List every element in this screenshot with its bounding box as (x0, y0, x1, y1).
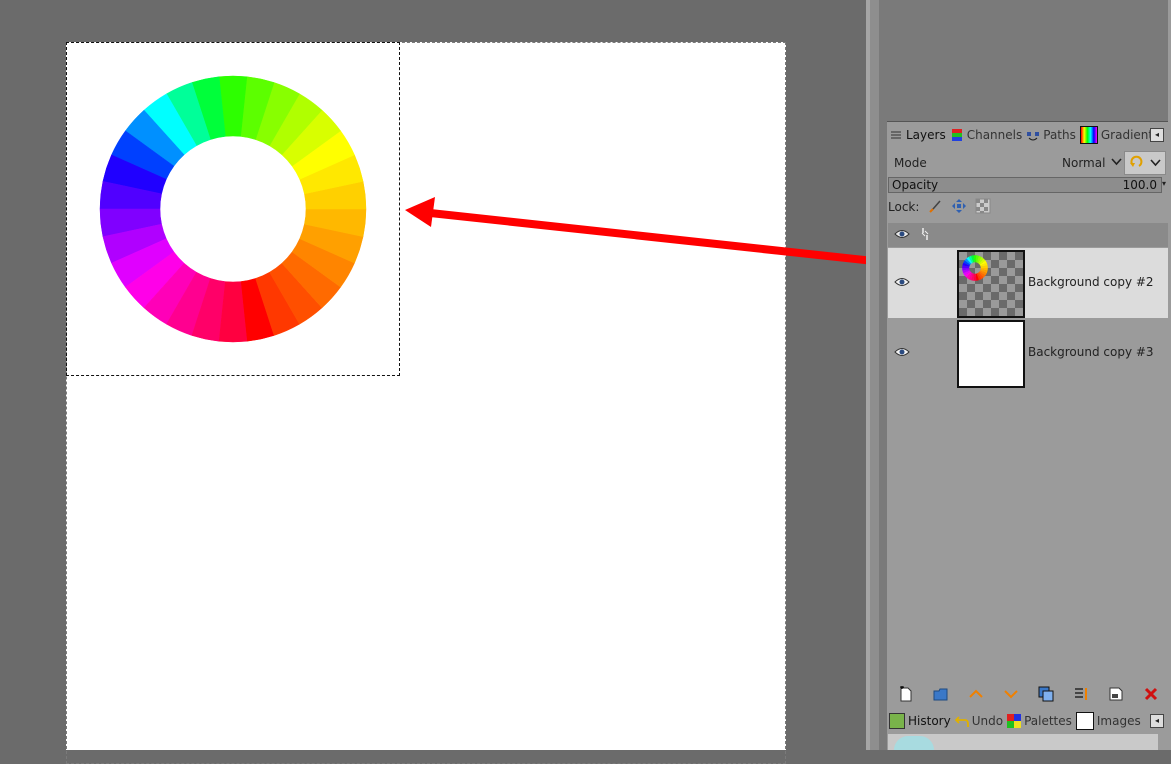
tab-label: Paths (1043, 128, 1076, 142)
raise-layer-icon[interactable] (968, 686, 984, 705)
anchor-layer-icon[interactable] (1073, 686, 1089, 705)
chevron-down-icon[interactable] (1111, 156, 1123, 169)
layers-list-header (888, 223, 1168, 247)
layer-to-image-size-icon[interactable] (1108, 686, 1124, 705)
duplicate-layer-icon[interactable] (1038, 686, 1054, 705)
opacity-slider[interactable]: Opacity 100.0 (888, 177, 1162, 193)
opacity-spin-icon[interactable]: ▾ (1162, 178, 1170, 190)
tab-palettes[interactable]: Palettes (1005, 711, 1074, 731)
chain-icon[interactable] (920, 227, 930, 244)
paths-icon (1026, 128, 1040, 142)
opacity-label: Opacity (892, 178, 939, 192)
tab-images[interactable]: Images (1074, 711, 1143, 731)
new-layer-group-icon[interactable] (933, 686, 949, 705)
lock-position-icon[interactable] (951, 198, 967, 217)
eye-icon[interactable] (894, 346, 910, 361)
lock-label: Lock: (888, 200, 920, 214)
tab-gradients[interactable]: Gradients (1078, 125, 1161, 145)
layer-thumbnail-color-wheel (962, 255, 988, 281)
layer-thumbnail (957, 250, 1025, 318)
mode-label: Mode (894, 155, 927, 170)
layers-button-bar (888, 683, 1168, 707)
tab-label: Palettes (1024, 714, 1072, 728)
opacity-value[interactable]: 100.0 (1123, 178, 1157, 192)
history-image-thumbnail (894, 736, 934, 750)
mode-value[interactable]: Normal (1062, 156, 1105, 170)
composite-mode-button[interactable] (1124, 151, 1166, 175)
tab-label: Images (1096, 714, 1141, 728)
layer-row-background-copy-3[interactable]: Background copy #3 (888, 318, 1168, 388)
layer-row-background-copy-2[interactable]: Background copy #2 (888, 248, 1168, 318)
delete-layer-icon[interactable] (1143, 686, 1159, 705)
history-icon (889, 713, 905, 729)
palettes-icon (1007, 714, 1022, 728)
dock-separator[interactable] (879, 0, 887, 750)
tab-layers[interactable]: Layers (887, 125, 948, 145)
lock-pixels-icon[interactable] (927, 198, 943, 217)
tab-label: Channels (966, 128, 1023, 142)
history-list[interactable] (888, 734, 1158, 750)
new-layer-icon[interactable] (898, 684, 914, 705)
image-canvas-area[interactable] (0, 0, 945, 764)
tab-channels[interactable]: Channels (948, 125, 1025, 145)
layer-name[interactable]: Background copy #2 (1028, 275, 1154, 289)
layer-name[interactable]: Background copy #3 (1028, 345, 1154, 359)
gradients-icon (1079, 126, 1098, 144)
images-icon (1075, 712, 1094, 730)
color-wheel (99, 75, 367, 343)
tab-label: Layers (906, 128, 946, 142)
layers-icon (889, 128, 903, 142)
tab-history[interactable]: History (887, 711, 953, 731)
layer-thumbnail (957, 320, 1025, 388)
top-dock-panel (887, 0, 1168, 122)
channels-icon (950, 128, 964, 142)
switch-mode-icon (1129, 155, 1143, 172)
tab-undo[interactable]: Undo (953, 711, 1005, 731)
eye-icon[interactable] (894, 228, 910, 243)
tab-paths[interactable]: Paths (1024, 125, 1078, 145)
tab-label: Undo (971, 714, 1004, 728)
mode-selector[interactable]: Mode Normal (888, 149, 1168, 176)
vertical-scrollbar[interactable] (870, 0, 879, 750)
undo-icon (954, 714, 969, 728)
chevron-down-icon (1150, 156, 1161, 170)
lock-alpha-icon[interactable] (975, 198, 991, 217)
dock-menu-button[interactable]: ◂ (1150, 714, 1164, 728)
lower-layer-icon[interactable] (1003, 686, 1019, 705)
lock-row: Lock: (888, 196, 991, 218)
dock-menu-button[interactable]: ◂ (1150, 128, 1164, 142)
right-dock: Layers Channels Paths Gradients ◂ Mode N… (887, 0, 1171, 750)
tab-label: History (908, 714, 951, 728)
layers-dock-tabs: Layers Channels Paths Gradients ◂ (887, 124, 1168, 146)
eye-icon[interactable] (894, 276, 910, 291)
history-dock-tabs: History Undo Palettes Images ◂ (887, 710, 1168, 732)
